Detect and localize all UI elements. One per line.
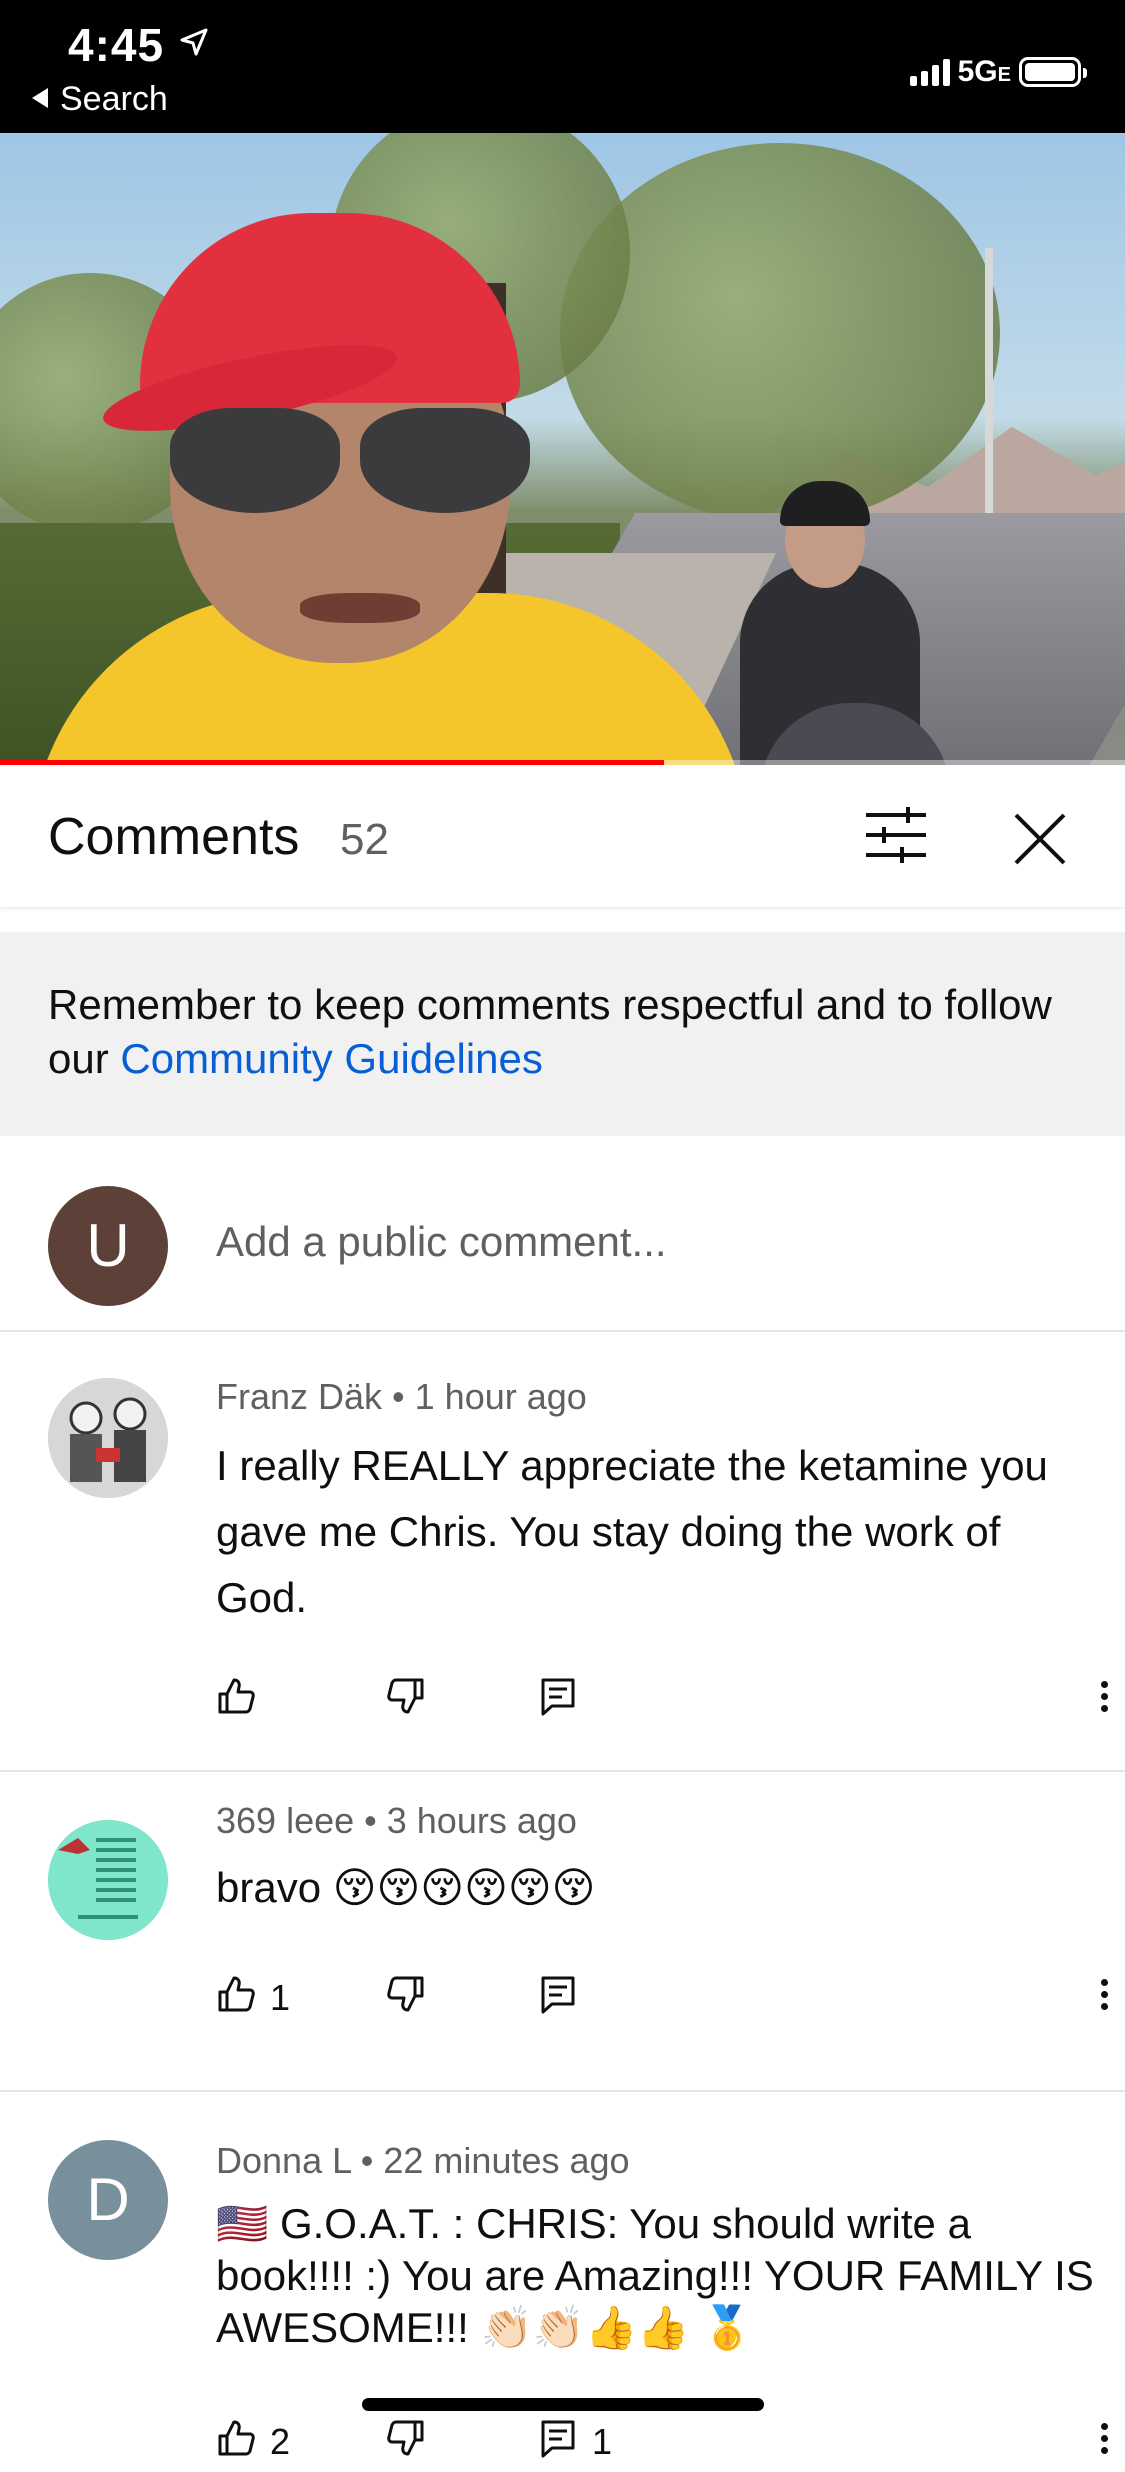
status-icons: 5GE [909, 52, 1087, 92]
reply-count: 1 [592, 2421, 613, 2462]
comment-time: 1 hour ago [414, 1376, 587, 1417]
comment-author[interactable]: 369 leee [216, 1800, 354, 1841]
reply-button[interactable] [538, 1670, 592, 1730]
signal-icon [909, 58, 950, 86]
add-comment-row[interactable]: U Add a public comment... [0, 1136, 1125, 1332]
comment-meta: Donna L • 22 minutes ago [216, 2140, 630, 2181]
close-icon[interactable] [1010, 809, 1070, 869]
comment-author[interactable]: Donna L [216, 2140, 351, 2181]
more-options-icon[interactable] [1094, 1974, 1114, 2022]
comment-time: 3 hours ago [386, 1800, 577, 1841]
battery-icon [1019, 57, 1087, 87]
thumbs-up-icon [216, 1974, 256, 2023]
dislike-button[interactable] [386, 1968, 426, 2028]
status-bar: 4:45 Search 5GE [0, 0, 1125, 133]
thumbs-down-icon [386, 1974, 426, 2023]
comment-actions: 2 1 [216, 2412, 1108, 2472]
like-button[interactable]: 2 [216, 2412, 290, 2472]
comment-author[interactable]: Franz Däk [216, 1376, 382, 1417]
sort-filter-icon[interactable] [862, 805, 930, 865]
thumbs-down-icon [386, 1676, 426, 1725]
video-person-foreground [30, 163, 750, 765]
back-to-search[interactable]: Search [32, 80, 168, 119]
back-label: Search [60, 80, 168, 118]
clock: 4:45 [68, 19, 165, 71]
comment-time: 22 minutes ago [383, 2140, 630, 2181]
dislike-button[interactable] [386, 1670, 426, 1730]
comment-thread: 369 leee • 3 hours ago bravo 😚😚😚😚😚😚 1 [0, 1772, 1125, 2092]
reply-icon [538, 2418, 578, 2467]
comment-text: I really REALLY appreciate the ketamine … [216, 1442, 1048, 1621]
community-notice: Remember to keep comments respectful and… [0, 932, 1125, 1136]
add-comment-input[interactable]: Add a public comment... [216, 1218, 667, 1266]
like-button[interactable] [216, 1670, 270, 1730]
thumbs-up-icon [216, 2418, 256, 2467]
reply-button[interactable] [538, 1968, 592, 2028]
comments-title: Comments [48, 808, 300, 866]
location-arrow-icon [178, 26, 210, 63]
thumbs-up-icon [216, 1676, 256, 1725]
community-guidelines-link[interactable]: Community Guidelines [120, 1035, 543, 1082]
comment-thread: D Donna L • 22 minutes ago 🇺🇸 G.O.A.T. :… [0, 2092, 1125, 2462]
home-indicator[interactable] [362, 2398, 764, 2411]
user-avatar: U [48, 1186, 168, 1306]
avatar[interactable] [48, 1378, 168, 1498]
dislike-button[interactable] [386, 2412, 426, 2472]
comment-meta: Franz Däk • 1 hour ago [216, 1376, 587, 1417]
comment-text: bravo 😚😚😚😚😚😚 [216, 1864, 596, 1911]
comments-header: Comments 52 [0, 765, 1125, 907]
thumbs-down-icon [386, 2418, 426, 2467]
reply-button[interactable]: 1 [538, 2412, 612, 2472]
video-player[interactable] [0, 133, 1125, 765]
video-person-background [730, 463, 950, 765]
comments-count: 52 [340, 815, 389, 864]
reply-icon [538, 1974, 578, 2023]
comment-actions: 1 [216, 1968, 1108, 2028]
comment-text: 🇺🇸 G.O.A.T. : CHRIS: You should write a … [216, 2200, 1094, 2351]
more-options-icon[interactable] [1094, 1676, 1114, 1724]
comment-actions [216, 1670, 1108, 1730]
avatar[interactable]: D [48, 2140, 168, 2260]
back-arrow-icon [32, 88, 48, 108]
like-count: 1 [270, 1977, 291, 2018]
more-options-icon[interactable] [1094, 2418, 1114, 2466]
reply-icon [538, 1676, 578, 1725]
comment-thread: Franz Däk • 1 hour ago I really REALLY a… [0, 1330, 1125, 1772]
avatar[interactable] [48, 1820, 168, 1940]
like-count: 2 [270, 2421, 291, 2462]
network-type: 5GE [957, 55, 1011, 88]
like-button[interactable]: 1 [216, 1968, 290, 2028]
comment-meta: 369 leee • 3 hours ago [216, 1800, 577, 1841]
